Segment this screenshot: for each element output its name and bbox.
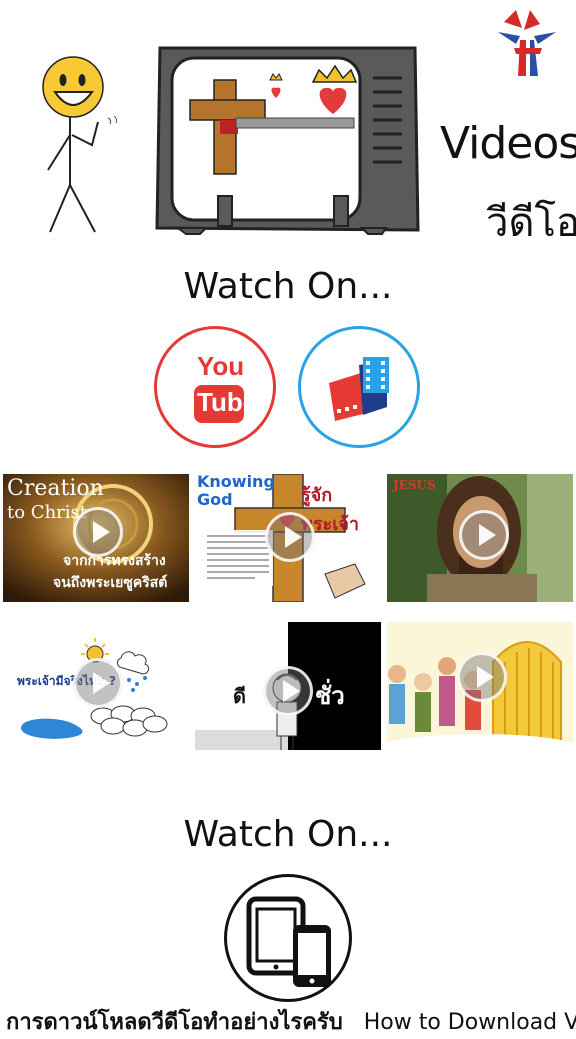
video-thumbnail-heaven[interactable]	[387, 622, 573, 750]
video-title: JESUS	[393, 478, 436, 492]
download-devices-button[interactable]	[224, 874, 352, 1002]
play-icon	[263, 666, 313, 716]
video-title: Creation	[7, 476, 104, 501]
smiley-stick-figure	[42, 56, 118, 233]
video-subtitle: จากการทรงสร้าง	[63, 553, 166, 569]
video-subtitle-line2: จนถึงพระเยซูคริสต์	[53, 575, 168, 591]
page-title-thai: วีดีโอ	[486, 200, 576, 246]
page-title: Videos	[440, 118, 576, 169]
tv-illustration	[155, 46, 420, 235]
video-app-button[interactable]	[298, 326, 420, 448]
play-icon	[459, 510, 509, 560]
play-icon	[457, 652, 507, 702]
youtube-button[interactable]: You Tube	[154, 326, 276, 448]
download-help-thai: การดาวน์โหลดวีดีโอทำอย่างไรครับ	[6, 1010, 343, 1035]
download-help-text[interactable]: การดาวน์โหลดวีดีโอทำอย่างไรครับ How to D…	[6, 1004, 576, 1039]
watch-on-heading-2: Watch On...	[183, 814, 393, 855]
video-thumbnail-good-evil[interactable]: ดี ชั่ว	[195, 622, 381, 750]
play-icon	[73, 507, 123, 557]
video-thumbnail-god-exists[interactable]: พระเจ้ามีจริงไหม ?	[3, 622, 189, 750]
film-strip-icon	[329, 357, 389, 421]
play-icon	[73, 658, 123, 708]
video-title-line2: God	[197, 490, 233, 509]
video-thumbnail-creation[interactable]: Creation to Christ จากการทรงสร้าง จนถึงพ…	[3, 474, 189, 602]
video-thumbnail-knowing-god[interactable]: Knowing God รู้จักพระเจ้า	[195, 474, 381, 602]
download-help-english: How to Download Video?	[363, 1010, 576, 1035]
youtube-label-tube: Tube	[197, 387, 258, 417]
play-icon	[265, 512, 315, 562]
video-title: Knowing	[197, 474, 275, 491]
tablet-phone-icon	[246, 896, 331, 987]
cross-flag-logo-icon	[498, 10, 556, 76]
video-thumbnail-jesus[interactable]: JESUS	[387, 474, 573, 602]
video-title: ดี	[233, 684, 246, 708]
watch-on-heading: Watch On...	[183, 266, 393, 307]
youtube-label-you: You	[197, 351, 245, 381]
video-title-line2: ชั่ว	[315, 682, 345, 710]
